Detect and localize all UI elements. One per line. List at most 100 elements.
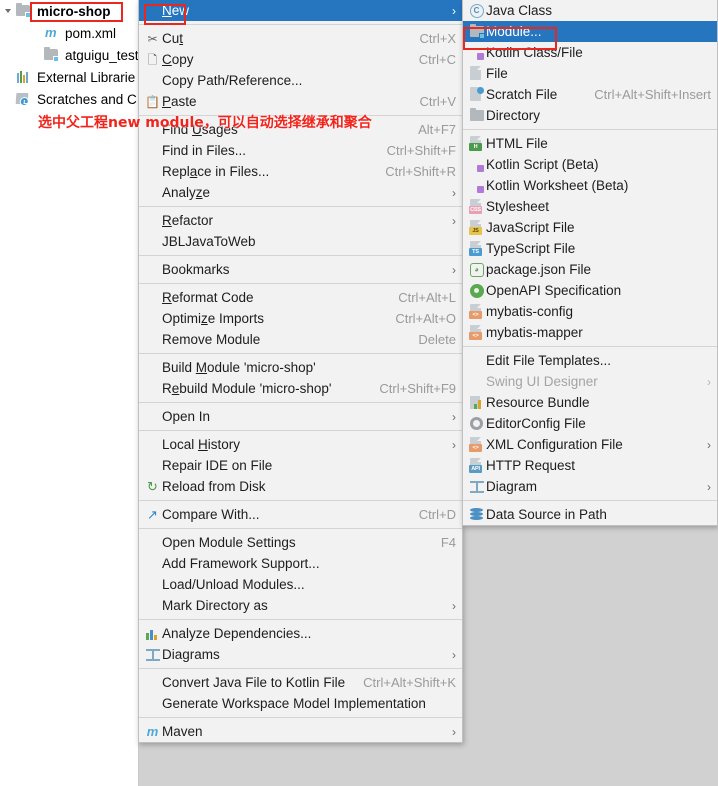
- menu-item-label: Mark Directory as: [162, 598, 268, 613]
- menu-item-repair-ide-on-file[interactable]: Repair IDE on File: [139, 455, 462, 476]
- new-item-html-file[interactable]: H HTML File: [463, 133, 717, 154]
- tree-item-scratches-and-c[interactable]: Scratches and C: [0, 88, 138, 110]
- tree-item-pom-xml[interactable]: m pom.xml: [0, 22, 138, 44]
- menu-item-rebuild-module-micro-shop[interactable]: Rebuild Module 'micro-shop' Ctrl+Shift+F9: [139, 378, 462, 399]
- tree-item-atguigu-test-i[interactable]: atguigu_test.i: [0, 44, 138, 66]
- new-item-mybatis-config[interactable]: <> mybatis-config: [463, 301, 717, 322]
- new-item-http-request[interactable]: API HTTP Request: [463, 455, 717, 476]
- submenu-arrow-icon: ›: [707, 437, 711, 452]
- new-item-openapi-specification[interactable]: OpenAPI Specification: [463, 280, 717, 301]
- new-item-kotlin-class-file[interactable]: Kotlin Class/File: [463, 42, 717, 63]
- module-icon: [43, 47, 60, 63]
- new-item-editorconfig-file[interactable]: EditorConfig File: [463, 413, 717, 434]
- menu-item-maven[interactable]: m Maven ›: [139, 721, 462, 742]
- menu-item-shortcut: Ctrl+C: [418, 52, 456, 67]
- new-item-package-json-file[interactable]: ◕ package.json File: [463, 259, 717, 280]
- menu-item-bookmarks[interactable]: Bookmarks ›: [139, 259, 462, 280]
- new-item-edit-file-templates[interactable]: Edit File Templates...: [463, 350, 717, 371]
- menu-item-label: Reload from Disk: [162, 479, 266, 494]
- module-icon: [467, 24, 486, 40]
- new-item-data-source-in-path[interactable]: Data Source in Path: [463, 504, 717, 525]
- menu-item-shortcut: Delete: [418, 332, 456, 347]
- menu-item-label: Paste: [162, 94, 197, 109]
- database-icon: [467, 507, 486, 523]
- menu-item-add-framework-support[interactable]: Add Framework Support...: [139, 553, 462, 574]
- menu-item-cut[interactable]: ✂ Cut Ctrl+X: [139, 28, 462, 49]
- scratches-icon: [15, 91, 32, 107]
- menu-item-refactor[interactable]: Refactor ›: [139, 210, 462, 231]
- new-item-resource-bundle[interactable]: Resource Bundle: [463, 392, 717, 413]
- new-item-scratch-file[interactable]: Scratch File Ctrl+Alt+Shift+Insert: [463, 84, 717, 105]
- css-file-icon: CSS: [467, 199, 486, 215]
- menu-item-copy[interactable]: 🗋 Copy Ctrl+C: [139, 49, 462, 70]
- tree-item-micro-shop[interactable]: micro-shop: [0, 0, 138, 22]
- submenu-arrow-icon: ›: [452, 262, 456, 277]
- menu-item-label: Compare With...: [162, 507, 260, 522]
- menu-item-shortcut: Ctrl+X: [419, 31, 456, 46]
- new-item-typescript-file[interactable]: TS TypeScript File: [463, 238, 717, 259]
- new-submenu[interactable]: C Java Class Module... Kotlin Class/File Fil…: [462, 0, 718, 526]
- menu-item-label: Stylesheet: [486, 199, 550, 214]
- menu-item-load-unload-modules[interactable]: Load/Unload Modules...: [139, 574, 462, 595]
- menu-item-open-module-settings[interactable]: Open Module Settings F4: [139, 532, 462, 553]
- new-item-java-class[interactable]: C Java Class: [463, 0, 717, 21]
- menu-item-label: Generate Workspace Model Implementation: [162, 696, 426, 711]
- menu-item-jbljavatoweb[interactable]: JBLJavaToWeb: [139, 231, 462, 252]
- menu-item-find-in-files[interactable]: Find in Files... Ctrl+Shift+F: [139, 140, 462, 161]
- menu-item-diagrams[interactable]: Diagrams ›: [139, 644, 462, 665]
- menu-item-analyze[interactable]: Analyze ›: [139, 182, 462, 203]
- menu-item-label: Rebuild Module 'micro-shop': [162, 381, 332, 396]
- menu-item-label: Scratch File: [486, 87, 558, 102]
- menu-item-shortcut: Ctrl+Shift+F: [386, 143, 456, 158]
- menu-item-generate-workspace-model-implementation[interactable]: Generate Workspace Model Implementation: [139, 693, 462, 714]
- menu-item-mark-directory-as[interactable]: Mark Directory as ›: [139, 595, 462, 616]
- menu-item-compare-with[interactable]: ↗ Compare With... Ctrl+D: [139, 504, 462, 525]
- no-icon: [143, 143, 162, 159]
- new-item-kotlin-worksheet-beta[interactable]: Kotlin Worksheet (Beta): [463, 175, 717, 196]
- menu-item-paste[interactable]: 📋 Paste Ctrl+V: [139, 91, 462, 112]
- menu-separator: [139, 668, 462, 669]
- new-item-directory[interactable]: Directory: [463, 105, 717, 126]
- chevron-down-icon[interactable]: [0, 9, 15, 13]
- menu-item-label: Module...: [486, 24, 542, 39]
- menu-item-open-in[interactable]: Open In ›: [139, 406, 462, 427]
- menu-item-convert-java-file-to-kotlin-file[interactable]: Convert Java File to Kotlin File Ctrl+Alt…: [139, 672, 462, 693]
- kotlin-file-icon: [467, 178, 486, 194]
- new-item-module[interactable]: Module...: [463, 21, 717, 42]
- menu-item-shortcut: Ctrl+D: [418, 507, 456, 522]
- menu-item-label: Edit File Templates...: [486, 353, 612, 368]
- library-icon: [15, 69, 32, 85]
- menu-item-remove-module[interactable]: Remove Module Delete: [139, 329, 462, 350]
- submenu-arrow-icon: ›: [452, 3, 456, 18]
- menu-item-label: Add Framework Support...: [162, 556, 320, 571]
- menu-item-label: Maven: [162, 724, 203, 739]
- typescript-file-icon: TS: [467, 241, 486, 257]
- menu-item-build-module-micro-shop[interactable]: Build Module 'micro-shop': [139, 357, 462, 378]
- menu-item-optimize-imports[interactable]: Optimize Imports Ctrl+Alt+O: [139, 308, 462, 329]
- menu-item-label: Java Class: [486, 3, 553, 18]
- menu-item-shortcut: Ctrl+Alt+Shift+K: [363, 675, 456, 690]
- menu-item-label: Find in Files...: [162, 143, 247, 158]
- menu-item-analyze-dependencies[interactable]: Analyze Dependencies...: [139, 623, 462, 644]
- menu-item-replace-in-files[interactable]: Replace in Files... Ctrl+Shift+R: [139, 161, 462, 182]
- new-item-file[interactable]: File: [463, 63, 717, 84]
- new-item-stylesheet[interactable]: CSS Stylesheet: [463, 196, 717, 217]
- menu-item-reformat-code[interactable]: Reformat Code Ctrl+Alt+L: [139, 287, 462, 308]
- menu-item-reload-from-disk[interactable]: ↻ Reload from Disk: [139, 476, 462, 497]
- new-item-javascript-file[interactable]: JS JavaScript File: [463, 217, 717, 238]
- menu-item-label: Diagram: [486, 479, 538, 494]
- no-icon: [143, 381, 162, 397]
- new-item-kotlin-script-beta[interactable]: Kotlin Script (Beta): [463, 154, 717, 175]
- menu-item-copy-path-reference[interactable]: Copy Path/Reference...: [139, 70, 462, 91]
- menu-item-shortcut: Ctrl+Alt+L: [398, 290, 456, 305]
- menu-item-shortcut: Ctrl+V: [419, 94, 456, 109]
- tree-item-external-librarie[interactable]: External Librarie: [0, 66, 138, 88]
- new-item-diagram[interactable]: Diagram ›: [463, 476, 717, 497]
- tree-item-label: micro-shop: [37, 3, 111, 19]
- menu-item-local-history[interactable]: Local History ›: [139, 434, 462, 455]
- file-icon: [467, 66, 486, 82]
- new-item-mybatis-mapper[interactable]: <> mybatis-mapper: [463, 322, 717, 343]
- new-item-xml-configuration-file[interactable]: <> XML Configuration File ›: [463, 434, 717, 455]
- menu-item-new[interactable]: New ›: [139, 0, 462, 21]
- submenu-arrow-icon: ›: [452, 724, 456, 739]
